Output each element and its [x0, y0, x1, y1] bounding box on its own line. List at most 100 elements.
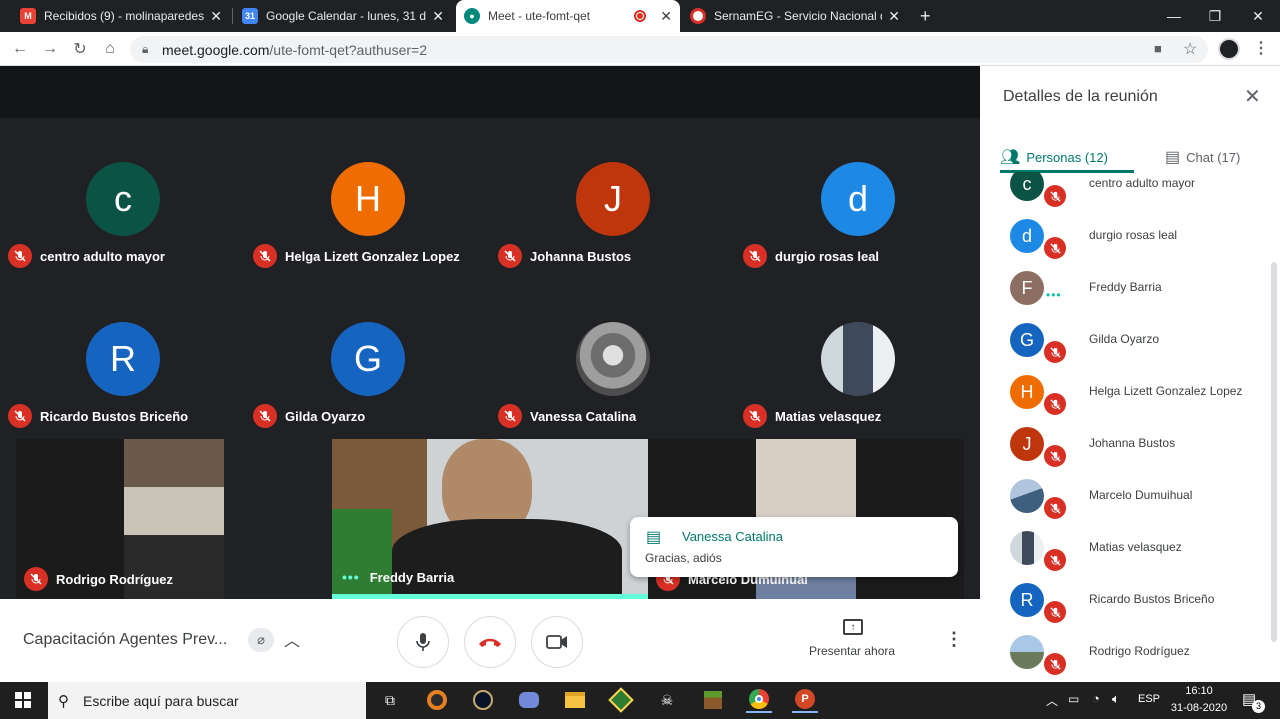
minecraft-icon[interactable]	[700, 687, 726, 713]
clock-time[interactable]: 16:10	[1176, 685, 1222, 697]
bookmark-star-icon[interactable]: ☆	[1183, 39, 1197, 59]
close-panel-icon[interactable]: ✕	[1244, 84, 1261, 109]
more-options-icon[interactable]: ⋮	[945, 629, 963, 650]
list-item[interactable]: Rodrigo Rodríguez	[980, 626, 1280, 678]
notification-badge: 3	[1252, 700, 1265, 713]
camera-button[interactable]	[531, 616, 583, 668]
avatar: R	[1010, 583, 1044, 617]
minimize-icon[interactable]: —	[1154, 0, 1194, 32]
list-item[interactable]: R Ricardo Bustos Briceño	[980, 574, 1280, 626]
list-item[interactable]: G Gilda Oyarzo	[980, 314, 1280, 366]
panel-scrollbar[interactable]	[1271, 262, 1277, 642]
participant-tile[interactable]: d durgio rosas leal	[735, 118, 980, 278]
avatar: G	[331, 322, 405, 396]
mic-off-icon	[498, 404, 522, 428]
participant-tile[interactable]: Matias velasquez	[735, 278, 980, 438]
list-item[interactable]: H Helga Lizett Gonzalez Lopez	[980, 366, 1280, 418]
close-tab-icon[interactable]: ✕	[210, 8, 222, 25]
people-list: c centro adulto mayor d durgio rosas lea…	[980, 172, 1280, 682]
address-bar[interactable]: 🔒︎ meet.google.com/ute-fomt-qet?authuser…	[130, 36, 1208, 63]
mic-off-icon	[743, 404, 767, 428]
present-now-button[interactable]: Presentar ahora	[809, 644, 895, 658]
chat-notification[interactable]: ▤ Vanessa Catalina Gracias, adiós	[630, 517, 958, 577]
volume-icon[interactable]: 🔈︎	[1112, 691, 1120, 707]
windows-start-icon[interactable]	[10, 687, 36, 713]
camera-indicator-icon[interactable]: ■	[1154, 41, 1162, 56]
close-tab-icon[interactable]: ✕	[660, 8, 672, 25]
league-icon[interactable]	[470, 687, 496, 713]
back-icon[interactable]: ←	[9, 38, 31, 60]
reload-icon[interactable]: ↻	[69, 38, 91, 60]
tab-sernameg[interactable]: SernamEG - Servicio Nacional de ✕	[682, 0, 908, 32]
hang-up-icon	[479, 638, 501, 647]
new-tab-button[interactable]: +	[912, 0, 940, 32]
clock-date[interactable]: 31-08-2020	[1166, 702, 1232, 714]
people-icon: 👥︎	[1000, 149, 1021, 166]
chevron-up-icon[interactable]: ︿	[284, 627, 300, 651]
close-tab-icon[interactable]: ✕	[888, 8, 900, 25]
video-tile-active-speaker[interactable]: ••• Freddy Barria	[332, 439, 648, 599]
mic-off-icon	[1044, 549, 1066, 571]
meeting-title[interactable]: Capacitación Agentes Prev...	[23, 631, 227, 649]
home-icon[interactable]: ⌂	[99, 38, 121, 60]
avatar: c	[86, 162, 160, 236]
recording-dot-icon	[634, 10, 647, 22]
profile-avatar[interactable]	[1218, 38, 1240, 60]
task-view-icon[interactable]: ⧉	[377, 687, 403, 713]
tab-calendar[interactable]: 31 Google Calendar - lunes, 31 de a ✕	[234, 0, 452, 32]
list-item[interactable]: c centro adulto mayor	[980, 172, 1280, 210]
chrome-icon[interactable]	[746, 687, 772, 713]
globe-icon	[690, 8, 706, 24]
game-icon[interactable]	[608, 687, 634, 713]
mic-off-icon	[253, 404, 277, 428]
list-item[interactable]: F ••• Freddy Barria	[980, 262, 1280, 314]
leave-call-button[interactable]	[464, 616, 516, 668]
participant-tile[interactable]: Vanessa Catalina	[490, 278, 735, 438]
browser-menu-icon[interactable]: ⋮	[1253, 38, 1269, 58]
wifi-icon[interactable]: ◔	[1092, 691, 1100, 706]
participant-tile[interactable]: H Helga Lizett Gonzalez Lopez	[245, 118, 490, 278]
avatar: G	[1010, 323, 1044, 357]
avatar: F	[1010, 271, 1044, 305]
skull-game-icon[interactable]: ☠	[654, 687, 680, 713]
present-screen-icon[interactable]: ↑	[843, 619, 863, 635]
participant-tile[interactable]: c centro adulto mayor	[0, 118, 245, 278]
taskbar-search-box[interactable]: ⚲ Escribe aquí para buscar	[48, 682, 366, 719]
video-tile[interactable]: Rodrigo Rodríguez	[16, 439, 224, 599]
list-item[interactable]: d durgio rosas leal	[980, 210, 1280, 262]
participant-tile[interactable]: G Gilda Oyarzo	[245, 278, 490, 438]
file-explorer-icon[interactable]	[562, 687, 588, 713]
search-icon: ⚲	[58, 692, 69, 710]
tab-people[interactable]: 👥︎ Personas (12)	[1000, 140, 1110, 174]
microphone-button[interactable]	[397, 616, 449, 668]
tab-gmail[interactable]: M Recibidos (9) - molinaparedes51 ✕	[12, 0, 230, 32]
participant-tile[interactable]: J Johanna Bustos	[490, 118, 735, 278]
list-item[interactable]: Marcelo Dumuihual	[980, 470, 1280, 522]
tab-chat[interactable]: ▤ Chat (17)	[1165, 140, 1275, 174]
tab-meet[interactable]: ● Meet - ute-fomt-qet ✕	[456, 0, 680, 32]
avatar: J	[576, 162, 650, 236]
participant-tile[interactable]: R Ricardo Bustos Briceño	[0, 278, 245, 438]
powerpoint-icon[interactable]: P	[792, 687, 818, 713]
mic-off-icon	[24, 567, 48, 591]
mic-off-icon	[1044, 497, 1066, 519]
mic-icon	[416, 633, 430, 651]
app-icon[interactable]	[424, 687, 450, 713]
avatar: H	[1010, 375, 1044, 409]
forward-icon[interactable]: →	[39, 38, 61, 60]
close-window-icon[interactable]: ✕	[1238, 0, 1278, 32]
mic-off-icon	[1044, 185, 1066, 207]
battery-icon[interactable]: ▭	[1068, 692, 1079, 706]
tray-chevron-icon[interactable]: ︿	[1046, 692, 1058, 709]
discord-icon[interactable]	[516, 687, 542, 713]
panel-title: Detalles de la reunión	[1003, 88, 1158, 105]
list-item[interactable]: J Johanna Bustos	[980, 418, 1280, 470]
close-tab-icon[interactable]: ✕	[432, 8, 444, 25]
language-indicator[interactable]: ESP	[1138, 693, 1160, 705]
list-item[interactable]: Matias velasquez	[980, 522, 1280, 574]
maximize-icon[interactable]: ❐	[1195, 0, 1235, 32]
mic-off-icon	[8, 244, 32, 268]
avatar: d	[1010, 219, 1044, 253]
attachment-icon[interactable]: ⌀	[248, 628, 274, 652]
avatar: R	[86, 322, 160, 396]
